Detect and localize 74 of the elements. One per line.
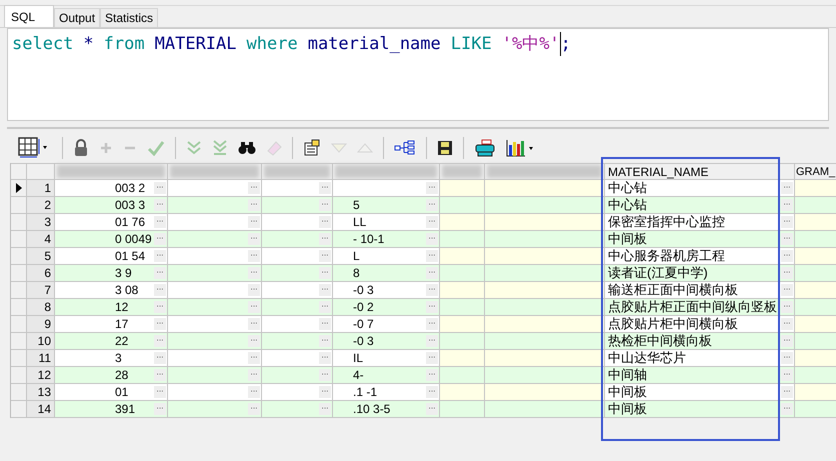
table-cell: 中心服务器机房工程 [608,248,725,264]
row-number: 12 [38,367,51,383]
floppy-icon[interactable] [435,140,455,156]
code-token: '%中%' [502,33,560,56]
table-cell: 中心钻 [608,197,647,213]
row-number: 10 [38,333,51,349]
redaction-mark [264,165,330,178]
row-number: 5 [44,248,51,264]
table-cell: 22 [115,333,128,349]
row-number: 8 [44,299,51,315]
table-cell: -0 7 [353,316,374,332]
row-number: 7 [44,282,51,298]
table-cell: 3 08 [115,282,138,298]
table-cell: 01 76 [115,214,146,230]
table-cell: 0 0049 [115,231,152,247]
table-cell: 点胶贴片柜正面中间纵向竖板 [608,299,777,315]
table-cell: 中山达华芯片 [608,350,686,366]
table-cell: 28 [115,367,128,383]
sql-editor[interactable]: select * from MATERIAL where material_name LIKE '%中%'; [7,28,829,121]
table-cell: 中间板 [608,401,647,417]
table-cell: 保密室指挥中心监控 [608,214,725,230]
binoculars-icon[interactable] [236,141,258,155]
table-cell: 8 [353,265,360,281]
row-number: 1 [44,180,51,196]
table-cell: 003 2 [115,180,146,196]
table-cell: 中心钻 [608,180,647,196]
table-cell: 003 3 [115,197,146,213]
code-token: material_name [308,33,441,56]
table-cell: -0 3 [353,282,374,298]
table-cell: 3 9 [115,265,132,281]
table-cell: IL [353,350,364,366]
row-number: 2 [44,197,51,213]
code-token: * [83,33,94,56]
table-cell: 12 [115,299,128,315]
tab[interactable]: Output [54,8,100,27]
table-cell: - 10-1 [353,231,384,247]
row-number: 6 [44,265,51,281]
tab[interactable]: SQL [4,5,54,27]
row-number: 11 [38,350,51,366]
table-cell: 热检柜中间横向板 [608,333,712,349]
table-cell: -0 3 [353,333,374,349]
table-cell: 中间轴 [608,367,647,383]
code-token: ; [560,32,571,56]
table-cell: .1 -1 [353,384,378,400]
table-cell: 17 [115,316,128,332]
row-number: 3 [44,214,51,230]
table-cell: 01 54 [115,248,146,264]
redaction-mark [442,165,482,178]
row-number: 13 [38,384,51,400]
table-cell: 01 [115,384,128,400]
table-cell: 输送柜正面中间横向板 [608,282,738,298]
table-cell: 点胶贴片柜中间横向板 [608,316,738,332]
table-cell: 4- [353,367,364,383]
row-number: 14 [38,401,51,417]
table-cell: 中间板 [608,231,647,247]
table-cell: 3 [115,350,122,366]
code-token: MATERIAL [154,33,237,56]
table-cell: L [353,248,360,264]
tab[interactable]: Statistics [100,8,158,27]
table-cell: 5 [353,197,360,213]
column-header: GRAM_ [796,165,836,180]
column-header: MATERIAL_NAME [608,164,708,180]
table-cell: .10 3-5 [353,401,390,417]
row-number: 4 [44,231,51,247]
table-cell: LL [353,214,366,230]
table-cell: -0 2 [353,299,374,315]
table-cell: 391 [115,401,136,417]
table-cell: 读者证(江夏中学) [608,265,708,281]
table-cell: 中间板 [608,384,647,400]
code-token: LIKE [450,33,492,56]
code-token: where [246,33,298,56]
code-token: select [12,33,74,56]
code-token: from [104,33,145,56]
row-number: 9 [44,316,51,332]
